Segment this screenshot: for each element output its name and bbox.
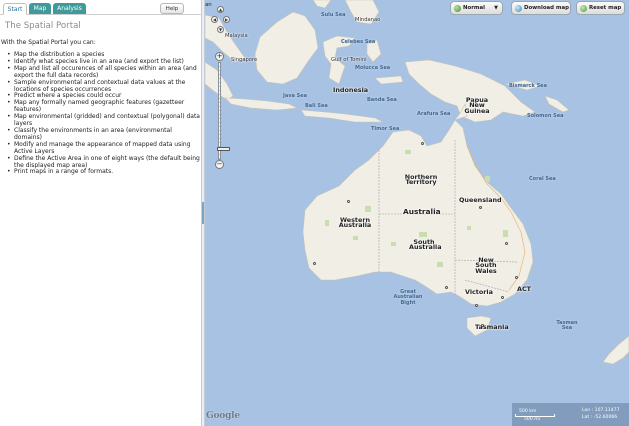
zoom-control[interactable]: + −	[215, 38, 230, 170]
label-act: ACT	[517, 285, 531, 293]
city-marker[interactable]	[475, 304, 478, 307]
label-south-australia: South Australia	[409, 238, 442, 252]
reset-icon	[580, 5, 587, 12]
label-sulu-sea: Sulu Sea	[321, 12, 346, 18]
lesser-sunda-islands	[300, 109, 384, 123]
park-patch-6	[467, 226, 471, 230]
park-patch-2	[419, 232, 427, 237]
map-view[interactable]: an ▲ ◀ ▶ ▼ + − Normal ▼ Download map Res…	[205, 0, 629, 426]
city-marker[interactable]	[515, 276, 518, 279]
list-item: Map and list all occurences of all speci…	[7, 65, 200, 80]
label-timor-sea: Timor Sea	[371, 126, 400, 132]
feature-list: Map the distribution a species Identify …	[7, 51, 200, 177]
label-new-south-wales: New South Wales	[475, 256, 497, 275]
tab-map[interactable]: Map	[29, 3, 51, 14]
scale-mi-label: 500 mi	[524, 417, 540, 422]
download-map-button[interactable]: Download map	[511, 1, 571, 15]
park-patch-4	[437, 262, 443, 267]
list-item: Classify the environments in an area (en…	[7, 127, 200, 142]
splitter-grip[interactable]	[202, 202, 204, 224]
city-marker[interactable]	[421, 142, 424, 145]
park-patch-5	[485, 176, 490, 182]
label-molucca-sea: Molucca Sea	[355, 65, 391, 71]
label-indonesia: Indonesia	[333, 86, 369, 94]
label-java-sea: Java Sea	[283, 93, 307, 99]
label-queensland: Queensland	[459, 196, 502, 204]
park-patch-9	[405, 150, 411, 154]
map-type-select[interactable]: Normal ▼	[450, 1, 503, 15]
tab-bar: Start Map Analysis Help	[0, 0, 201, 15]
label-malaysia: Malaysia	[225, 33, 248, 39]
left-panel: Start Map Analysis Help The Spatial Port…	[0, 0, 201, 426]
scale-and-coordinates: 500 km 500 mi Lon : 107.11477 Lat : -52.…	[512, 403, 629, 426]
pan-down-icon[interactable]: ▼	[217, 26, 224, 33]
label-northern-territory: Northern Territory	[404, 173, 438, 187]
chevron-down-icon: ▼	[494, 5, 498, 11]
solomon-islands	[544, 95, 570, 113]
java-landmass	[224, 97, 299, 111]
park-patch-10	[325, 220, 329, 226]
label-png: Papua New Guinea	[464, 96, 490, 115]
list-item: Define the Active Area in one of eight w…	[7, 155, 200, 170]
download-icon	[515, 5, 522, 12]
longitude-readout: Lon : 107.11477	[582, 408, 620, 413]
label-solomon-sea: Solomon Sea	[527, 113, 564, 119]
label-coral-sea: Coral Sea	[529, 176, 556, 182]
philippine-islands	[312, 0, 332, 9]
new-zealand-landmass	[602, 335, 629, 365]
list-item: Print maps in a range of formats.	[7, 169, 200, 177]
zoom-out-icon[interactable]: −	[215, 160, 224, 169]
park-patch-1	[365, 206, 371, 212]
city-marker[interactable]	[501, 296, 504, 299]
label-western-australia: Western Australia	[338, 216, 372, 230]
label-singapore: Singapore	[231, 57, 258, 63]
reset-map-label: Reset map	[589, 5, 622, 11]
city-marker[interactable]	[479, 206, 482, 209]
download-map-label: Download map	[524, 5, 570, 11]
pan-right-icon[interactable]: ▶	[223, 16, 230, 23]
park-patch-8	[503, 230, 508, 237]
reset-map-button[interactable]: Reset map	[576, 1, 625, 15]
label-mindanao: Mindanao	[355, 17, 381, 23]
label-gulf-tomini: Gulf of Tomini	[331, 57, 367, 63]
map-type-label: Normal	[463, 5, 485, 11]
globe-icon	[454, 5, 461, 12]
pan-left-icon[interactable]: ◀	[211, 16, 218, 23]
label-banda-sea: Banda Sea	[367, 97, 397, 103]
list-item: Map environmental (gridded) and contextu…	[7, 113, 200, 128]
latitude-readout: Lat : -52.60066	[582, 415, 618, 420]
list-item: Map any formally named geographic featur…	[7, 99, 200, 114]
page-title: The Spatial Portal	[5, 21, 81, 31]
seram-landmass	[374, 75, 404, 85]
help-button[interactable]: Help	[160, 3, 184, 14]
park-patch-3	[391, 242, 396, 246]
zoom-slider-handle[interactable]	[217, 147, 230, 151]
intro-text: With the Spatial Portal you can:	[1, 39, 96, 46]
label-bali-sea: Bali Sea	[305, 103, 328, 109]
borneo-landmass	[254, 11, 319, 85]
park-patch-7	[353, 236, 358, 240]
label-victoria: Victoria	[465, 288, 493, 296]
city-marker[interactable]	[347, 200, 350, 203]
list-item: Sample environmental and contextual data…	[7, 79, 200, 94]
google-logo: Google	[206, 411, 240, 421]
list-item: Modify and manage the appearance of mapp…	[7, 141, 200, 156]
label-bismarck-sea: Bismarck Sea	[509, 83, 547, 89]
city-marker[interactable]	[505, 242, 508, 245]
city-marker[interactable]	[481, 324, 484, 327]
label-great-australian-bight: Great Australian Bight	[393, 289, 423, 306]
tab-start[interactable]: Start	[3, 3, 27, 15]
pan-up-icon[interactable]: ▲	[217, 6, 224, 13]
label-celebes-sea: Celebes Sea	[341, 39, 376, 45]
label-australia: Australia	[403, 207, 441, 216]
label-arafura-sea: Arafura Sea	[417, 111, 451, 117]
city-marker[interactable]	[313, 262, 316, 265]
label-tasman-sea: Tasman Sea	[556, 320, 578, 332]
tab-analysis[interactable]: Analysis	[53, 3, 86, 14]
zoom-slider-track[interactable]	[217, 62, 230, 160]
zoom-in-icon[interactable]: +	[215, 52, 224, 61]
city-marker[interactable]	[445, 286, 448, 289]
